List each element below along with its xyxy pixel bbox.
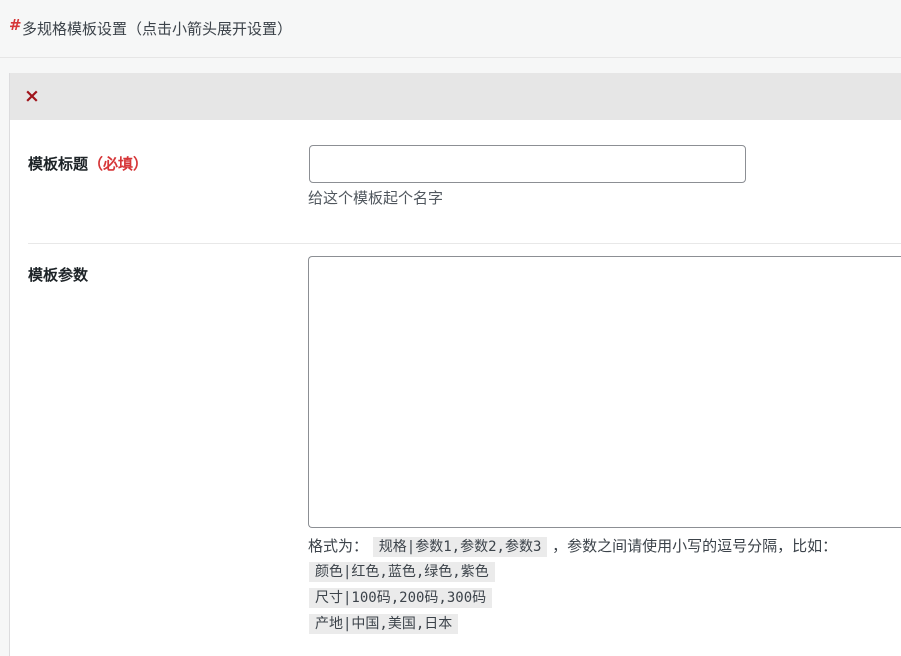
format-suffix: ，参数之间请使用小写的逗号分隔，比如： <box>552 537 838 555</box>
close-icon[interactable]: × <box>22 86 42 106</box>
example-code: 尺寸|100码,200码,300码 <box>309 588 493 608</box>
template-panel: × 模板标题（必填） 给这个模板起个名字 模板参数 格式为： 规格|参数1,参数… <box>9 73 901 656</box>
template-title-label-text: 模板标题 <box>28 155 89 173</box>
format-code: 规格|参数1,参数2,参数3 <box>372 537 548 557</box>
example-item: 颜色|红色,蓝色,绿色,紫色 <box>309 561 495 582</box>
divider <box>28 243 901 244</box>
template-params-textarea[interactable] <box>308 256 901 528</box>
format-prefix: 格式为： <box>308 537 369 555</box>
example-item: 尺寸|100码,200码,300码 <box>309 587 493 608</box>
example-code: 颜色|红色,蓝色,绿色,紫色 <box>309 562 495 582</box>
template-title-input[interactable] <box>309 145 746 183</box>
format-hint: 格式为： 规格|参数1,参数2,参数3 ，参数之间请使用小写的逗号分隔，比如： <box>308 535 838 557</box>
required-marker: （必填） <box>88 155 149 173</box>
template-title-description: 给这个模板起个名字 <box>308 189 444 207</box>
example-code: 产地|中国,美国,日本 <box>309 614 459 634</box>
section-title: 多规格模板设置（点击小箭头展开设置） <box>22 20 293 38</box>
hash-marker: # <box>9 16 22 34</box>
example-item: 产地|中国,美国,日本 <box>309 613 459 634</box>
template-params-label: 模板参数 <box>28 266 89 284</box>
section-header[interactable]: # 多规格模板设置（点击小箭头展开设置） <box>0 0 901 58</box>
panel-bar: × <box>10 73 901 120</box>
template-title-label: 模板标题（必填） <box>28 153 148 174</box>
